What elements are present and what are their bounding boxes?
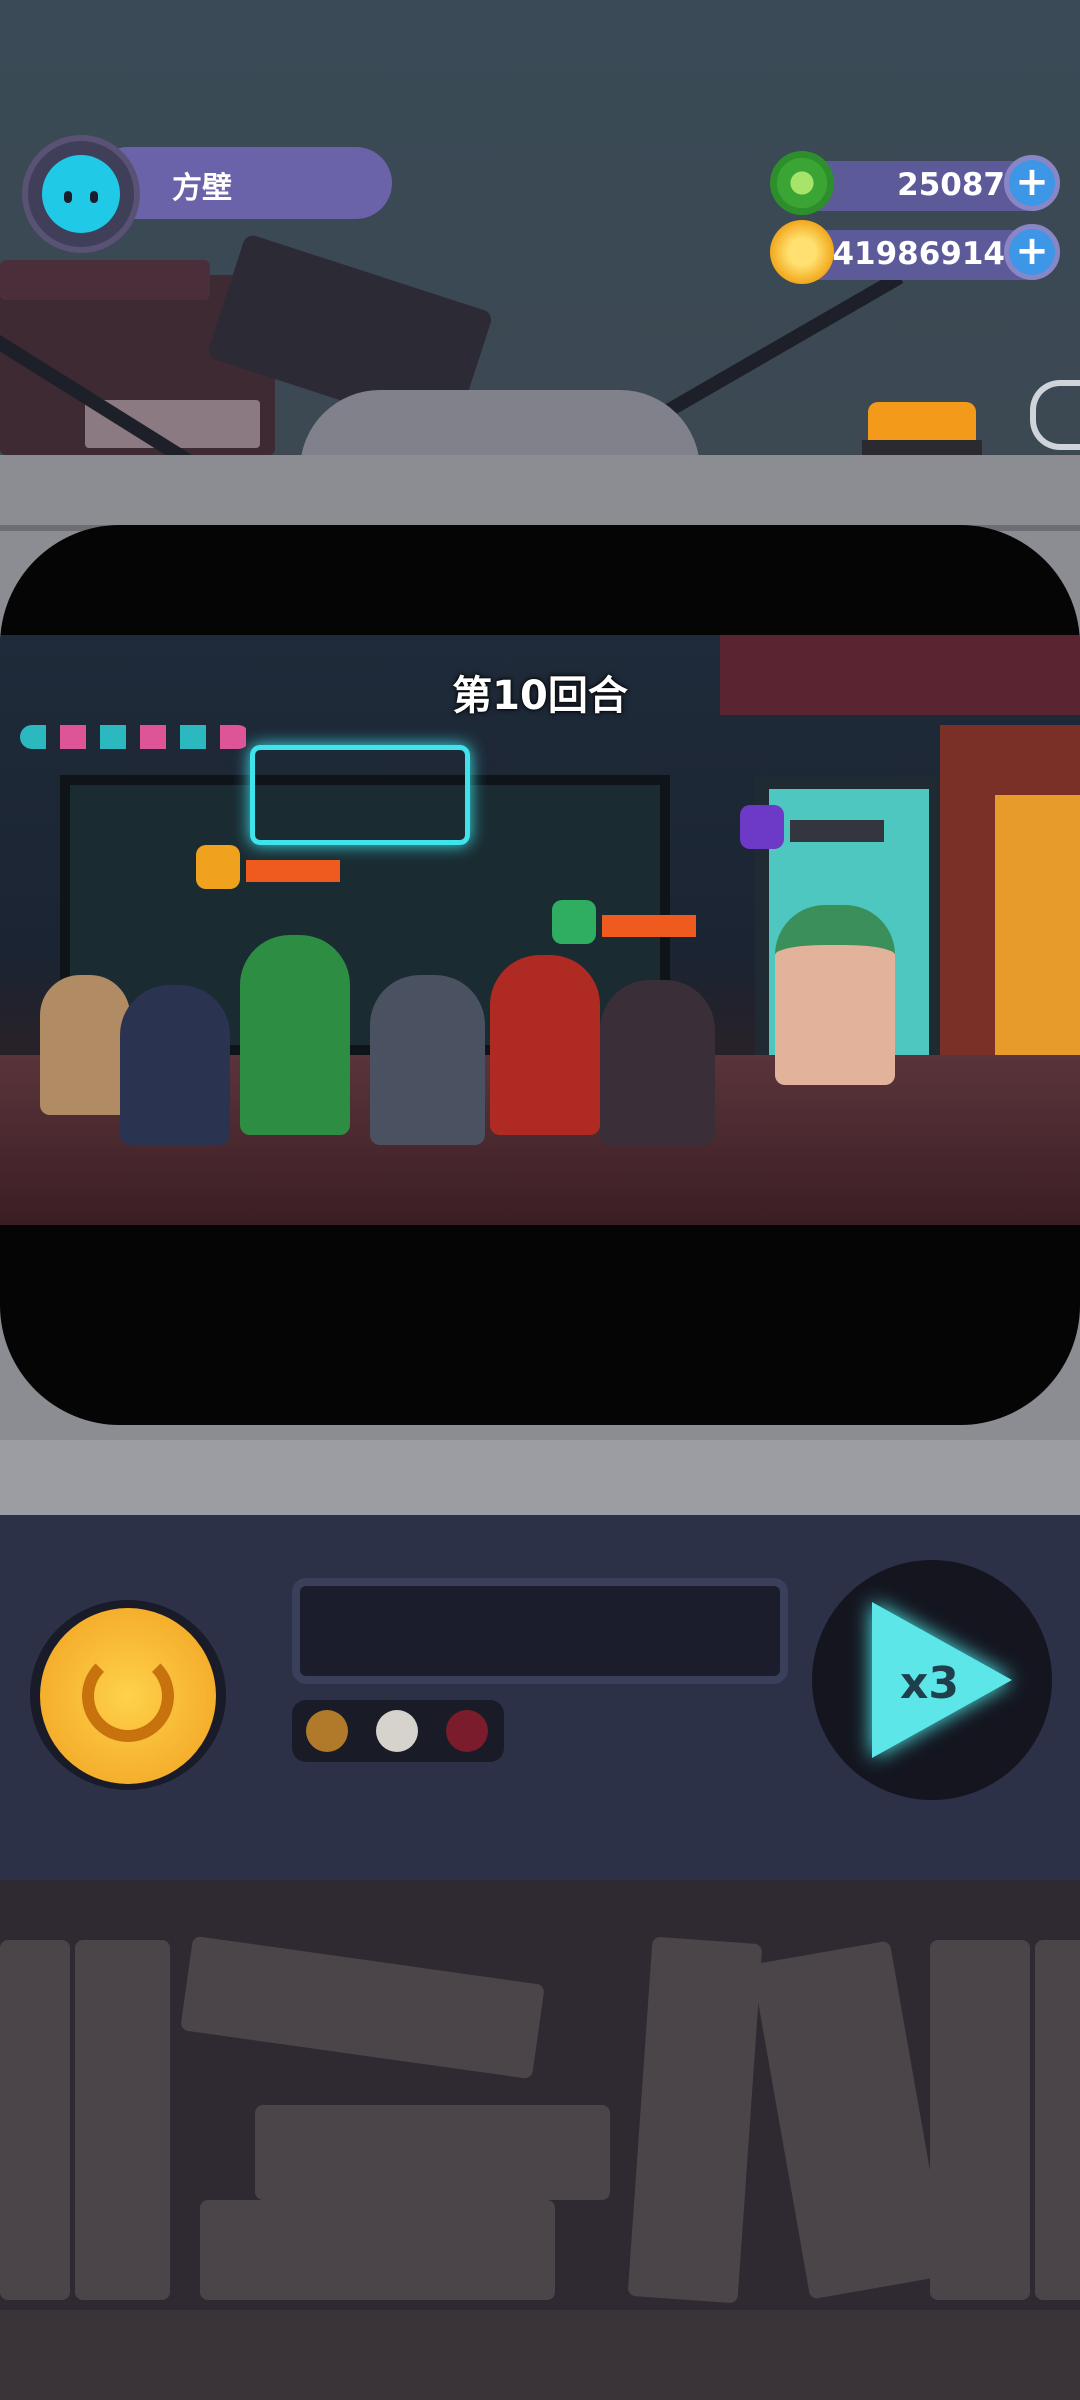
book-5 (930, 1940, 1030, 2300)
indicator-light-white (376, 1710, 418, 1752)
book-4 (751, 1940, 949, 2300)
team-health-bar (246, 860, 340, 882)
indicator-lights (292, 1700, 504, 1762)
battle-scene (0, 635, 1080, 1225)
team-health-icon-gold (196, 845, 240, 889)
indicator-light-amber (306, 1710, 348, 1752)
replay-icon (40, 1608, 216, 1784)
hero-character-5 (600, 980, 715, 1145)
antenna-right (636, 270, 904, 434)
team-health-bar-2 (602, 915, 696, 937)
add-gold-button[interactable]: + (1004, 224, 1060, 280)
speed-button[interactable]: x3 (812, 1560, 1052, 1800)
speed-label: x3 (900, 1658, 959, 1709)
enemy-health-icon (740, 805, 784, 849)
round-label: 第10回合 (452, 673, 628, 719)
duck-character (40, 975, 130, 1115)
neon-lights (20, 725, 250, 749)
avatar-eye-left (64, 191, 72, 203)
avatar-eye-right (90, 191, 98, 203)
hero-character-2 (240, 935, 350, 1135)
wall-book-top (0, 260, 210, 300)
gem-count: 25087 (897, 167, 1005, 203)
book-1 (0, 1940, 70, 2300)
gold-planet-coin-icon (770, 220, 834, 284)
currency-gold-display: 41986914 + (770, 220, 1060, 284)
enemy-character (775, 905, 895, 1085)
book-stack-2 (200, 2200, 555, 2300)
orange-door (995, 795, 1080, 1055)
green-gem-coin-icon (770, 151, 834, 215)
replay-button[interactable] (30, 1600, 226, 1790)
player-name: 方壁 (172, 171, 232, 206)
scissors-prop-icon (1030, 380, 1080, 450)
book-2 (75, 1940, 170, 2300)
add-gem-button[interactable]: + (1004, 155, 1060, 211)
book-lying (180, 1935, 545, 2080)
enemy-health-bar-empty (790, 820, 884, 842)
team-health-icon-green (552, 900, 596, 944)
currency-gem-display: 25087 + (770, 151, 1060, 215)
hero-character-4 (490, 955, 600, 1135)
neon-sign-glass-icon (250, 745, 470, 845)
cat-face-icon (42, 155, 120, 233)
book-6 (1035, 1940, 1080, 2300)
tv-top-edge (0, 455, 1080, 531)
book-3 (627, 1936, 763, 2304)
card-slot (292, 1578, 788, 1684)
hero-character-1 (120, 985, 230, 1145)
indicator-light-red (446, 1710, 488, 1752)
gold-count: 41986914 (832, 236, 1005, 272)
book-stack-1 (255, 2105, 610, 2200)
player-profile[interactable]: 方壁 (22, 135, 392, 253)
player-avatar[interactable] (22, 135, 140, 253)
battle-screen (0, 525, 1080, 1425)
shelf-base (0, 2310, 1080, 2400)
tv-bottom-bezel (0, 1440, 1080, 1522)
hero-character-3 (370, 975, 485, 1145)
replay-arrow-ring (82, 1650, 174, 1742)
